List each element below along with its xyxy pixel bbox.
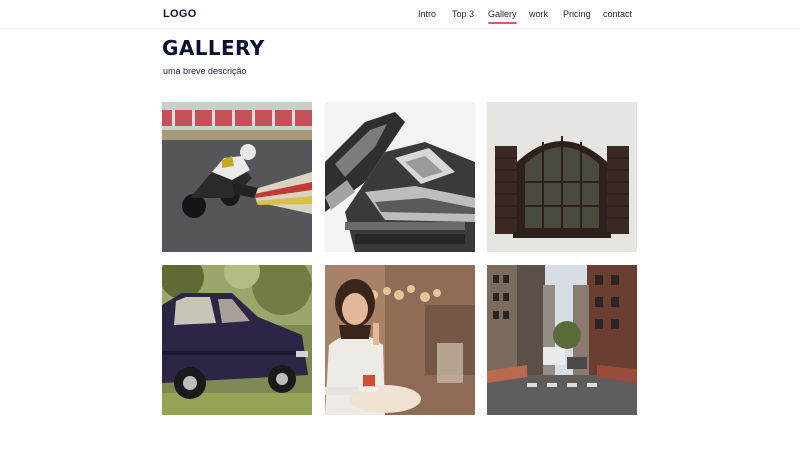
starship-model-photo	[325, 102, 475, 252]
page-description: uma breve descrição	[163, 66, 247, 76]
gallery-item-starship[interactable]	[325, 102, 475, 252]
nav-contact[interactable]: contact	[603, 9, 632, 19]
nav-work[interactable]: work	[529, 9, 548, 19]
nav-pricing[interactable]: Pricing	[563, 9, 591, 19]
nav-top3[interactable]: Top 3	[452, 9, 474, 19]
gallery-item-car[interactable]	[162, 265, 312, 415]
arched-window-photo	[487, 102, 637, 252]
logo[interactable]: LOGO	[163, 8, 197, 20]
gallery-item-cafe[interactable]	[325, 265, 475, 415]
nav-gallery[interactable]: Gallery	[488, 9, 517, 24]
gallery-item-street[interactable]	[487, 265, 637, 415]
gallery-item-motorcycle[interactable]	[162, 102, 312, 252]
top-navbar: LOGO Intro Top 3 Gallery work Pricing co…	[0, 0, 800, 29]
city-street-photo	[487, 265, 637, 415]
nav-intro[interactable]: Intro	[418, 9, 436, 19]
motorcycle-racer-photo	[162, 102, 312, 252]
vintage-car-photo	[162, 265, 312, 415]
gallery-item-window[interactable]	[487, 102, 637, 252]
page-title: GALLERY	[162, 36, 265, 60]
woman-cafe-photo	[325, 265, 475, 415]
